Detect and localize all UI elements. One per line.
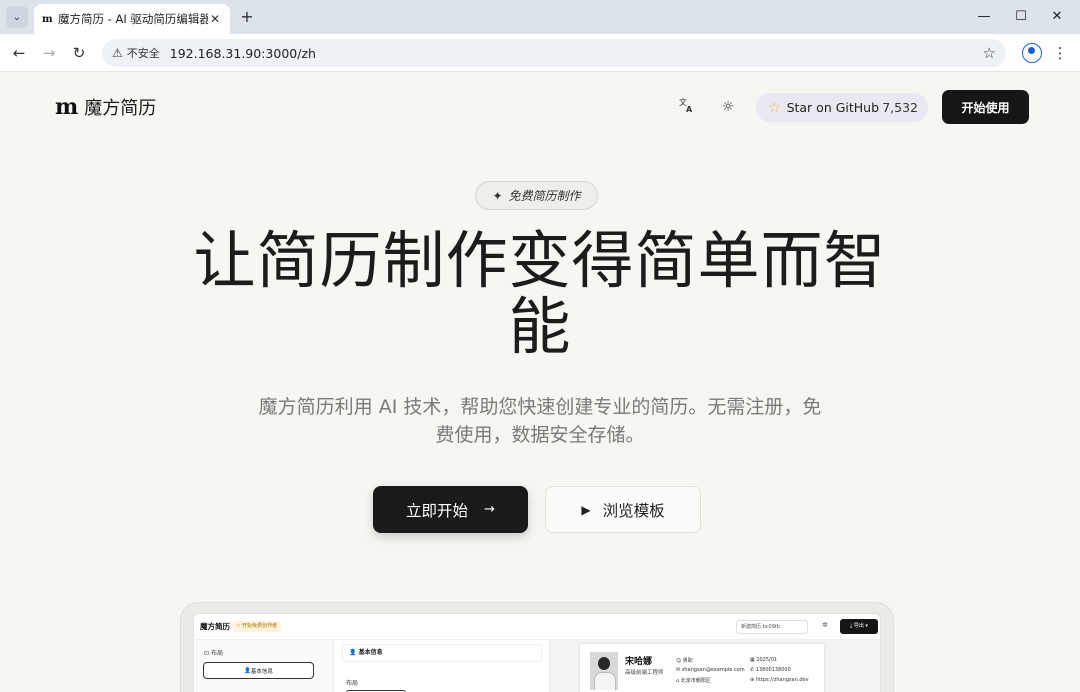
start-using-button[interactable]: 开始使用 — [942, 90, 1029, 124]
tab-search-chevron-down-icon[interactable]: ⌄ — [6, 6, 28, 28]
preview-resume-panel: 宋哈娜 高级前端工程师 ☺ 男职 ✉ zhangsan@example.com … — [550, 640, 880, 692]
preview-resume-title: 高级前端工程师 — [625, 670, 664, 676]
preview-basic-info-text: 基本信息 — [250, 668, 273, 675]
svg-text:A: A — [686, 105, 693, 113]
preview-badge: ☆ 开始免费创作者 — [232, 621, 282, 632]
theme-sun-icon[interactable]: ☼ — [718, 97, 738, 117]
browser-tab-bar: ⌄ m 魔方简历 - AI 驱动简历编辑器 ✕ + — ☐ ✕ — [0, 0, 1080, 34]
preview-info-phone: ✆ 13800138000 — [750, 667, 791, 673]
github-star-icon: ☆ — [768, 99, 781, 116]
profile-icon[interactable] — [1022, 43, 1042, 63]
badge-text: 免费简历制作 — [508, 189, 581, 203]
app-preview-screenshot: 魔方简历 ☆ 开始免费创作者 新建简历 bc09fb ✲ ⤓ 导出 ▾ ⊡ 布局… — [193, 613, 881, 692]
preview-resume-name: 宋哈娜 — [625, 657, 653, 667]
tab-favicon: m — [42, 13, 53, 25]
preview-info-email: ✉ zhangsan@example.com — [676, 667, 745, 673]
preview-basic-info-button: 👤 基本信息 — [203, 662, 314, 679]
browse-templates-label: 浏览模板 — [602, 501, 665, 520]
preview-resume-name-input: 新建简历 bc09fb — [736, 620, 808, 634]
arrow-right-icon: → — [484, 502, 495, 517]
browse-templates-button[interactable]: ▶ 浏览模板 — [545, 486, 701, 533]
forward-arrow-right-icon[interactable]: → — [38, 42, 60, 64]
preview-logo: 魔方简历 — [200, 622, 230, 631]
preview-info-website: ⊕ https://zhangsan.dev — [750, 677, 809, 683]
tab-title: 魔方简历 - AI 驱动简历编辑器 — [58, 12, 208, 26]
preview-info-gender: ☺ 男职 — [676, 658, 693, 664]
translate-icon[interactable]: 文 A — [676, 97, 696, 117]
bookmark-star-icon[interactable]: ☆ — [983, 44, 996, 62]
window-maximize-icon[interactable]: ☐ — [1010, 6, 1032, 28]
security-chip[interactable]: ⚠ 不安全 — [112, 45, 170, 61]
translate-icon-svg: 文 A — [679, 97, 693, 114]
preview-middle-panel: 👤 基本信息 布局 — [334, 640, 550, 692]
sparkle-icon: ✦ — [492, 188, 503, 203]
github-label: Star on GitHub — [786, 100, 880, 115]
hero-subtitle: 魔方简历利用 AI 技术，帮助您快速创建专业的简历。无需注册，免费使用，数据安全… — [258, 396, 822, 446]
tab-close-icon[interactable]: ✕ — [208, 12, 222, 26]
window-close-icon[interactable]: ✕ — [1046, 6, 1068, 28]
preview-info-date: ▦ 2025/01 — [750, 657, 778, 663]
new-tab-plus-icon[interactable]: + — [238, 7, 256, 27]
browser-tab-active[interactable]: m 魔方简历 - AI 驱动简历编辑器 ✕ — [34, 4, 230, 34]
browser-menu-kebab-icon[interactable]: ⋮ — [1052, 42, 1068, 64]
security-label: 不安全 — [126, 47, 160, 60]
play-icon: ▶ — [581, 502, 591, 517]
preview-topbar: 魔方简历 ☆ 开始免费创作者 新建简历 bc09fb ✲ ⤓ 导出 ▾ — [194, 614, 880, 640]
free-badge: ✦ 免费简历制作 — [475, 181, 598, 210]
preview-gear-icon: ✲ — [822, 621, 828, 629]
back-arrow-left-icon[interactable]: ← — [8, 42, 30, 64]
hero-title: 让简历制作变得简单而智能 — [193, 224, 887, 363]
preview-layout-text: 布局 — [210, 650, 223, 657]
preview-info-location: ⌂ 北京市朝阳区 — [676, 678, 711, 684]
preview-section-title: 👤 基本信息 — [342, 644, 542, 662]
preview-layout-label-2: 布局 — [346, 680, 359, 687]
browser-toolbar: ← → ↻ ⚠ 不安全 192.168.31.90:3000/zh ☆ ⋮ — [0, 34, 1080, 72]
logo-mark-icon: m — [55, 94, 78, 120]
warning-icon: ⚠ — [112, 46, 123, 60]
logo-text: 魔方简历 — [84, 98, 157, 119]
preview-resume-paper: 宋哈娜 高级前端工程师 ☺ 男职 ✉ zhangsan@example.com … — [580, 644, 824, 692]
window-minimize-icon[interactable]: — — [973, 6, 995, 28]
preview-left-panel: ⊡ 布局 👤 基本信息 — [194, 640, 334, 692]
preview-avatar — [590, 652, 618, 690]
preview-section-text: 基本信息 — [358, 649, 383, 656]
preview-export-button: ⤓ 导出 ▾ — [840, 619, 878, 634]
url-text[interactable]: 192.168.31.90:3000/zh — [170, 46, 983, 61]
address-bar[interactable]: ⚠ 不安全 192.168.31.90:3000/zh ☆ — [102, 39, 1006, 67]
github-count: 7,532 — [882, 100, 918, 115]
github-star-button[interactable]: ☆ Star on GitHub 7,532 — [756, 93, 928, 122]
reload-icon[interactable]: ↻ — [68, 42, 90, 64]
site-logo[interactable]: m 魔方简历 — [55, 94, 156, 120]
preview-layout-label: ⊡ 布局 — [204, 650, 223, 657]
start-now-button[interactable]: 立即开始 → — [373, 486, 528, 533]
start-now-label: 立即开始 — [406, 501, 469, 520]
